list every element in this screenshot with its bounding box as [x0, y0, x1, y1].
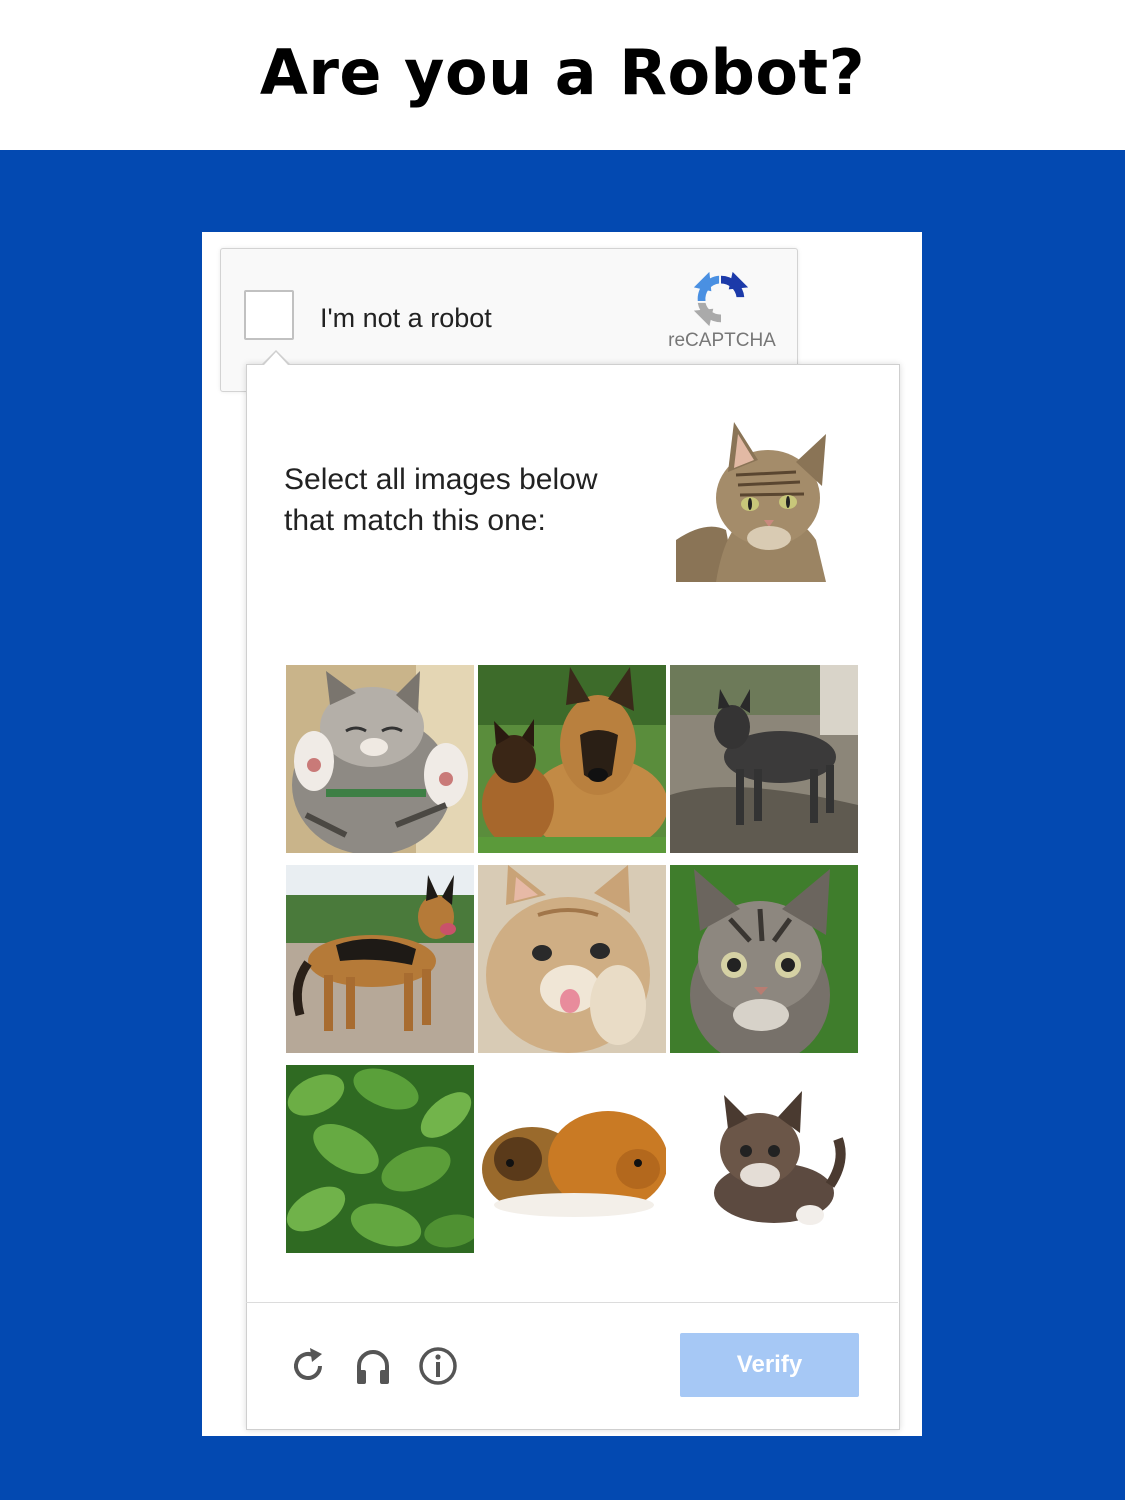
verify-button[interactable]: Verify — [680, 1333, 859, 1397]
dark-dog-on-dirt-image — [670, 665, 858, 853]
recaptcha-logo-icon — [693, 271, 749, 327]
footer-divider — [246, 1302, 898, 1303]
small-tortoiseshell-kitten-image — [670, 1065, 858, 1253]
image-grid — [286, 665, 858, 1255]
kitten-paws-up-image — [286, 665, 474, 853]
grid-tile[interactable] — [670, 865, 858, 1053]
instruction-line-2: that match this one: — [284, 504, 546, 537]
grid-tile[interactable] — [670, 1065, 858, 1253]
grid-tile[interactable] — [286, 1065, 474, 1253]
not-robot-checkbox[interactable] — [244, 290, 294, 340]
challenge-instructions: Select all images below that match this … — [284, 459, 644, 541]
recaptcha-brand: reCAPTCHA — [668, 330, 776, 351]
german-shepherd-standing-image — [286, 865, 474, 1053]
popup-pointer-inner — [264, 352, 288, 365]
green-leaves-image — [286, 1065, 474, 1253]
guinea-pigs-image — [478, 1065, 666, 1253]
tabby-kitten-on-grass-image — [670, 865, 858, 1053]
reference-cat-image — [676, 420, 838, 582]
grid-tile[interactable] — [478, 865, 666, 1053]
info-icon[interactable] — [418, 1346, 458, 1386]
grid-tile[interactable] — [286, 865, 474, 1053]
german-shepherd-with-puppy-image — [478, 665, 666, 853]
grid-tile[interactable] — [478, 1065, 666, 1253]
kitten-licking-paw-image — [478, 865, 666, 1053]
grid-tile[interactable] — [670, 665, 858, 853]
page-title: Are you a Robot? — [259, 36, 866, 109]
grid-tile[interactable] — [286, 665, 474, 853]
checkbox-label: I'm not a robot — [320, 303, 492, 333]
instruction-line-1: Select all images below — [284, 463, 598, 496]
headphones-icon[interactable] — [353, 1346, 393, 1386]
grid-tile[interactable] — [478, 665, 666, 853]
reload-icon[interactable] — [288, 1346, 328, 1386]
